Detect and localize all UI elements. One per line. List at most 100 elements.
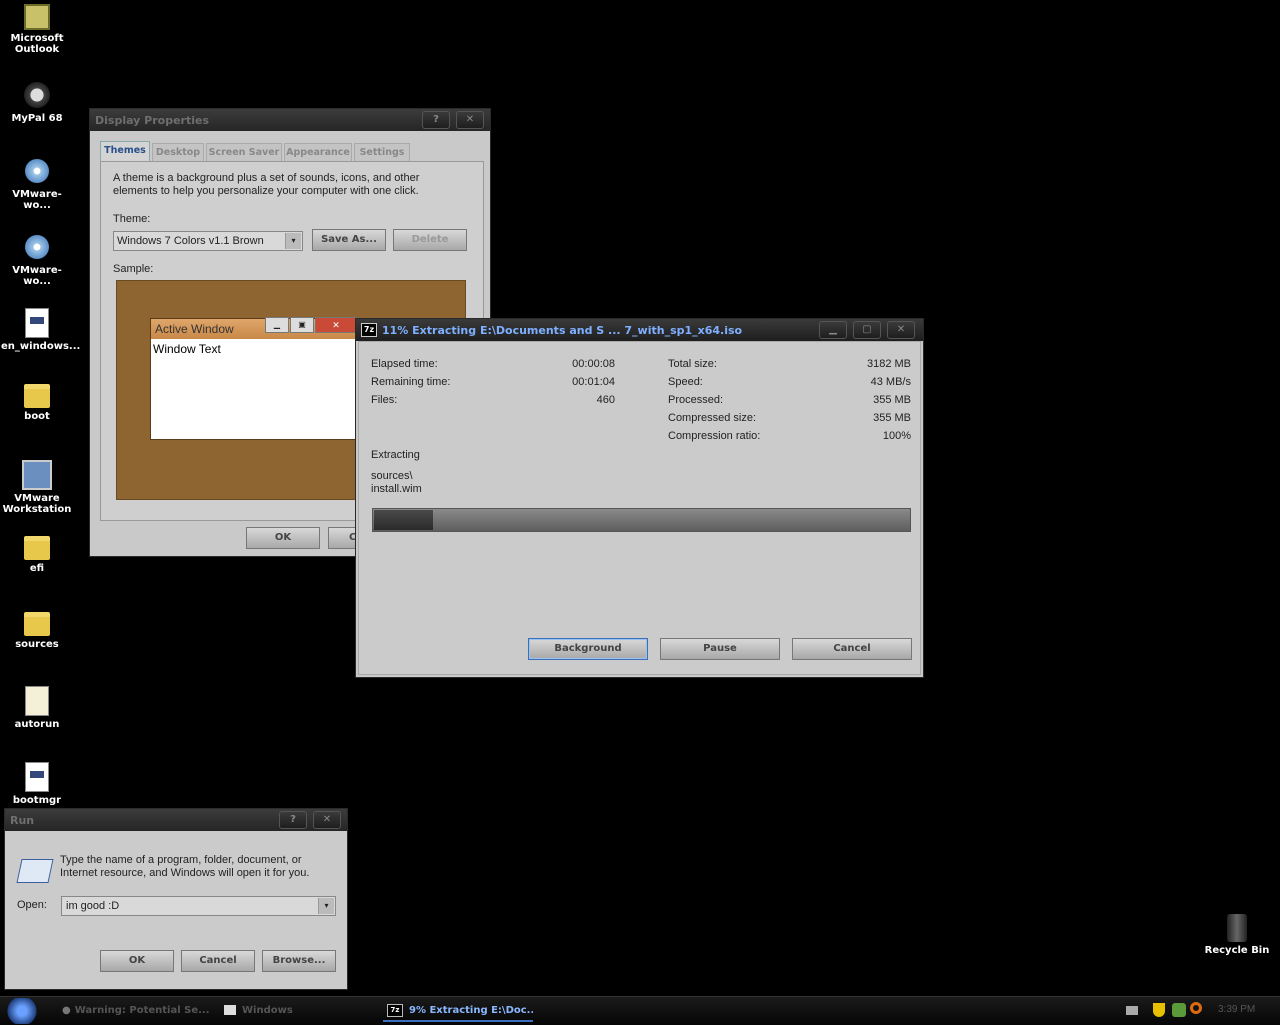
vmware-workstation-icon (22, 460, 52, 490)
window-icon (224, 1005, 236, 1015)
open-input[interactable]: im good :D ▾ (61, 896, 336, 916)
desktop-icon-efi[interactable]: efi (1, 536, 73, 574)
raccoon-icon (22, 80, 52, 110)
extract-progress-window: 7z 11% Extracting E:\Documents and S ...… (355, 318, 924, 678)
desktop-icon-label: Outlook (14, 44, 60, 55)
open-label: Open: (17, 899, 47, 911)
current-file: install.wim (371, 483, 422, 495)
current-path: sources\ (371, 470, 413, 482)
elapsed-time-value: 00:00:08 (572, 358, 615, 370)
desktop-icon-label: en_windows... (1, 341, 81, 352)
browse-button[interactable]: Browse... (262, 950, 336, 972)
compressed-size-value: 355 MB (873, 412, 911, 424)
taskbar-item-warning[interactable]: ● Warning: Potential Se... (62, 1000, 212, 1022)
desktop-icon-en-windows[interactable]: en_windows... (1, 308, 81, 352)
help-button[interactable]: ? (422, 111, 450, 129)
desktop-icon-mypal[interactable]: MyPal 68 (1, 80, 73, 124)
security-shield-icon[interactable] (1153, 1003, 1165, 1017)
recycle-bin-icon (1227, 914, 1247, 942)
title-bar[interactable]: 7z 11% Extracting E:\Documents and S ...… (356, 319, 923, 341)
tab-desktop[interactable]: Desktop (152, 143, 204, 161)
desktop-icon-autorun[interactable]: autorun (1, 686, 73, 730)
tab-appearance[interactable]: Appearance (284, 143, 352, 161)
desktop-icon-recycle-bin[interactable]: Recycle Bin (1201, 914, 1273, 956)
title-bar[interactable]: Display Properties ? ✕ (90, 109, 490, 131)
desktop-icon-sources[interactable]: sources (1, 612, 73, 650)
desktop-icon-bootmgr[interactable]: bootmgr (1, 762, 73, 806)
chevron-down-icon[interactable]: ▾ (285, 233, 301, 249)
tab-settings[interactable]: Settings (354, 143, 410, 161)
cancel-button[interactable]: Cancel (181, 950, 255, 972)
autorun-icon (25, 686, 49, 716)
tab-screen-saver[interactable]: Screen Saver (206, 143, 282, 161)
sample-window-title: Active Window (155, 322, 234, 336)
network-icon[interactable] (1172, 1003, 1186, 1017)
outlook-icon (24, 4, 50, 30)
theme-select[interactable]: Windows 7 Colors v1.1 Brown ▾ (113, 231, 303, 251)
desktop-icon-label: VMware (14, 493, 60, 504)
minimize-icon: ▁ (265, 317, 289, 333)
cancel-button[interactable]: Cancel (792, 638, 912, 660)
sample-window-text: Window Text (153, 342, 221, 356)
ok-button[interactable]: OK (246, 527, 320, 549)
close-button[interactable]: ✕ (887, 321, 915, 339)
desktop-icon-label: efi (29, 563, 45, 574)
tab-themes[interactable]: Themes (100, 141, 150, 162)
progress-bar (372, 508, 911, 532)
speed-label: Speed: (668, 376, 703, 388)
desktop-icon-label: Microsoft (10, 33, 64, 44)
search-icon[interactable] (1190, 1002, 1202, 1014)
taskbar-item-label: 9% Extracting E:\Doc... (409, 1005, 533, 1016)
file-icon (25, 308, 49, 338)
close-button[interactable]: ✕ (456, 111, 484, 129)
keyboard-icon[interactable] (1126, 1006, 1138, 1015)
delete-button[interactable]: Delete (393, 229, 467, 251)
maximize-button[interactable]: ▢ (853, 321, 881, 339)
chevron-down-icon[interactable]: ▾ (318, 898, 334, 914)
pause-button[interactable]: Pause (660, 638, 780, 660)
sevenzip-icon: 7z (387, 1003, 403, 1017)
open-input-value: im good :D (66, 900, 120, 912)
desktop-icon-vmware-installer-1[interactable]: VMware-wo... (1, 156, 73, 211)
run-icon (16, 859, 54, 883)
extract-body: Elapsed time: 00:00:08 Remaining time: 0… (358, 341, 921, 675)
taskbar: ● Warning: Potential Se... Windows 7z 9% E… (0, 996, 1280, 1025)
desktop-icon-label: VMware-wo... (12, 189, 62, 211)
desktop-icon-vmware-installer-2[interactable]: VMware-wo... (1, 232, 73, 287)
sample-label: Sample: (113, 263, 154, 275)
taskbar-item-label: Warning: Potential Se... (74, 1005, 210, 1016)
run-description: Type the name of a program, folder, docu… (60, 854, 310, 879)
sevenzip-icon: 7z (361, 323, 377, 337)
compressed-size-label: Compressed size: (668, 412, 757, 424)
desktop-icon-outlook[interactable]: Microsoft Outlook (1, 4, 73, 55)
status-text: Extracting (371, 449, 420, 461)
speed-value: 43 MB/s (870, 376, 911, 388)
raccoon-icon: ● (62, 1005, 71, 1016)
ok-button[interactable]: OK (100, 950, 174, 972)
themes-description: A theme is a background plus a set of so… (113, 172, 420, 197)
close-icon: ✕ (315, 317, 357, 333)
desktop-icon-label: autorun (14, 719, 60, 730)
clock[interactable]: 3:39 PM (1218, 1004, 1255, 1015)
run-dialog: Run ? ✕ Type the name of a program, fold… (4, 808, 348, 990)
title-bar[interactable]: Run ? ✕ (5, 809, 347, 831)
taskbar-item-windows[interactable]: Windows (224, 1000, 364, 1022)
window-title: 11% Extracting E:\Documents and S ... 7_… (382, 323, 743, 337)
close-button[interactable]: ✕ (313, 811, 341, 829)
save-as-button[interactable]: Save As... (312, 229, 386, 251)
progress-fill (374, 510, 433, 530)
remaining-time-value: 00:01:04 (572, 376, 615, 388)
desktop-icon-label: Recycle Bin (1204, 945, 1270, 956)
taskbar-item-extracting[interactable]: 7z 9% Extracting E:\Doc... (383, 1000, 533, 1022)
background-button[interactable]: Background (528, 638, 648, 660)
minimize-button[interactable]: ▁ (819, 321, 847, 339)
start-button[interactable] (2, 998, 42, 1024)
desktop-icon-boot[interactable]: boot (1, 384, 73, 422)
files-value: 460 (596, 394, 615, 406)
processed-label: Processed: (668, 394, 724, 406)
help-button[interactable]: ? (279, 811, 307, 829)
desktop-icon-label: boot (24, 411, 50, 422)
desktop-icon-label: sources (15, 639, 59, 650)
folder-icon (24, 612, 50, 636)
desktop-icon-vmware-workstation[interactable]: VMware Workstation (1, 460, 73, 515)
